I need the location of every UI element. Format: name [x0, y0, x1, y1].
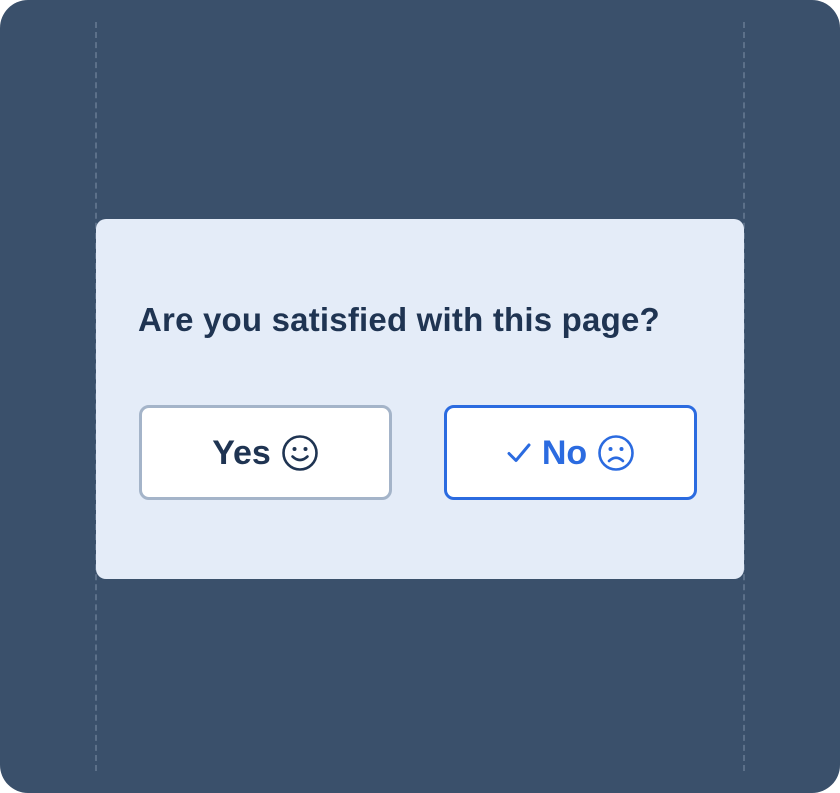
yes-button-label: Yes [212, 433, 271, 472]
feedback-card: Are you satisfied with this page? Yes No [96, 219, 744, 579]
feedback-question: Are you satisfied with this page? [138, 301, 660, 338]
yes-button[interactable]: Yes [139, 405, 392, 500]
smiley-face-icon [281, 434, 319, 472]
checkmark-icon [506, 440, 532, 466]
no-button[interactable]: No [444, 405, 697, 500]
no-button-label: No [541, 433, 588, 472]
canvas-background: Are you satisfied with this page? Yes No [0, 0, 840, 793]
frowning-face-icon [597, 434, 635, 472]
